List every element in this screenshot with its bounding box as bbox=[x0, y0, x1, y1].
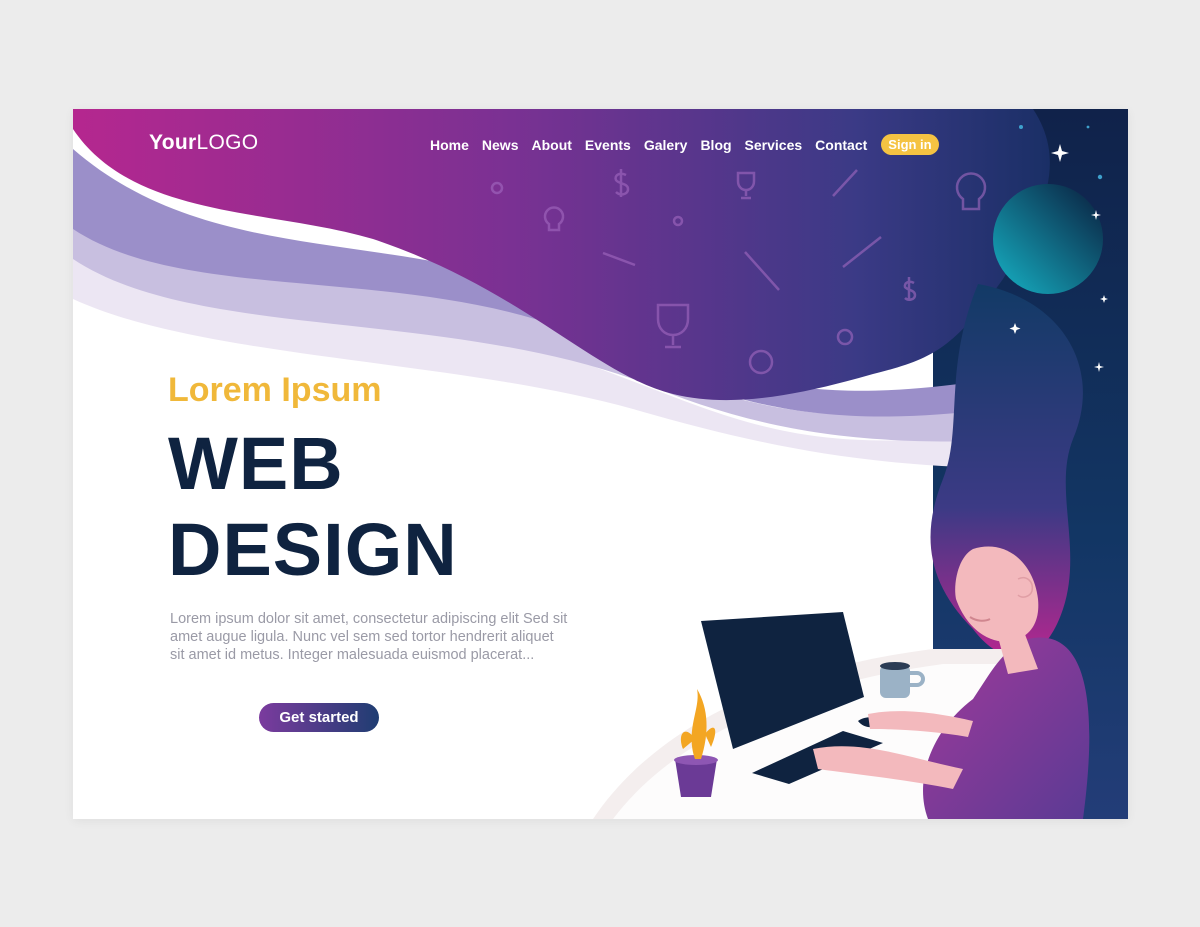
nav-news[interactable]: News bbox=[482, 137, 519, 153]
logo[interactable]: YourLOGO bbox=[149, 131, 258, 155]
hero-title-line2: DESIGN bbox=[168, 508, 458, 591]
planet-icon bbox=[993, 184, 1103, 294]
hero-title: WEB DESIGN bbox=[168, 421, 458, 593]
logo-bold: Your bbox=[149, 131, 197, 154]
nav-home[interactable]: Home bbox=[430, 137, 469, 153]
nav-about[interactable]: About bbox=[531, 137, 571, 153]
nav-contact[interactable]: Contact bbox=[815, 137, 867, 153]
nav-blog[interactable]: Blog bbox=[700, 137, 731, 153]
signin-button[interactable]: Sign in bbox=[881, 134, 939, 155]
nav-galery[interactable]: Galery bbox=[644, 137, 688, 153]
hero-paragraph: Lorem ipsum dolor sit amet, consectetur … bbox=[170, 610, 568, 663]
logo-light: LOGO bbox=[196, 131, 259, 154]
hero-title-line1: WEB bbox=[168, 422, 344, 505]
landing-page-card: YourLOGO Home News About Events Galery B… bbox=[73, 109, 1128, 819]
nav-services[interactable]: Services bbox=[745, 137, 803, 153]
hero-kicker: Lorem Ipsum bbox=[168, 371, 382, 409]
main-nav: Home News About Events Galery Blog Servi… bbox=[430, 134, 939, 155]
get-started-button[interactable]: Get started bbox=[259, 703, 379, 732]
nav-events[interactable]: Events bbox=[585, 137, 631, 153]
